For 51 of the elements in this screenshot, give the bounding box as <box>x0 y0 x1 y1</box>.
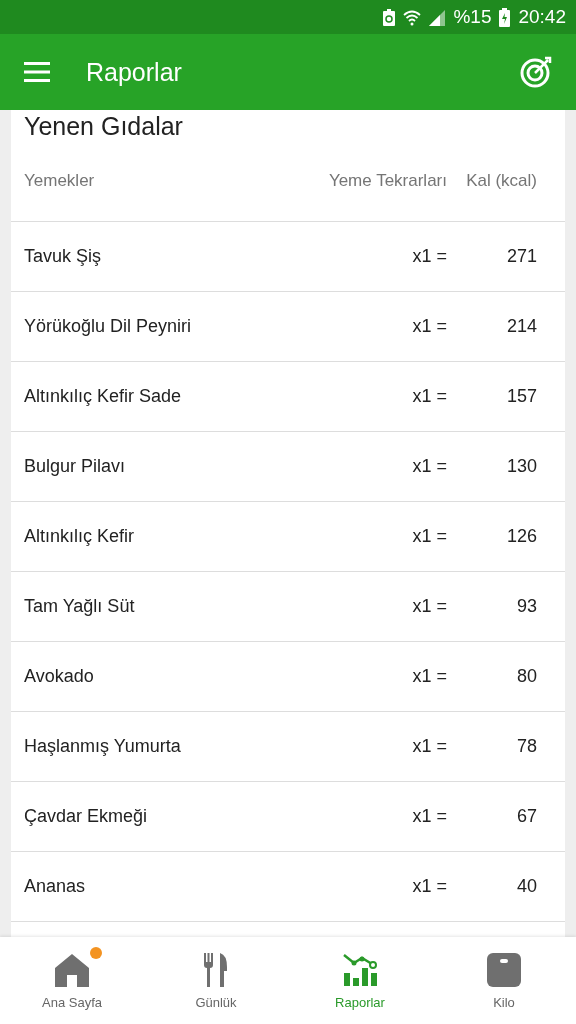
portion-count: x1 = <box>411 596 447 617</box>
column-header: Kal (kcal) <box>465 170 538 192</box>
fork-knife-icon <box>203 952 229 988</box>
portion-count: x1 = <box>411 666 447 687</box>
food-name: Tam Yağlı Süt <box>23 596 136 617</box>
calorie-value: 214 <box>505 316 538 337</box>
card-title: Yenen Gıdalar <box>23 111 184 141</box>
calorie-value: 80 <box>515 666 538 687</box>
portion-count: x1 = <box>411 386 447 407</box>
calorie-value: 157 <box>505 386 538 407</box>
calorie-value: 93 <box>515 596 538 617</box>
portion-count: x1 = <box>411 876 447 897</box>
screen-title: Raporlar <box>86 57 183 87</box>
food-name: Tavuk Şiş <box>23 246 103 267</box>
food-name: Altınkılıç Kefir <box>23 526 136 547</box>
calorie-value: 271 <box>505 246 538 267</box>
column-header: Yemekler <box>23 170 96 192</box>
battery-charging-icon <box>499 7 511 27</box>
portion-count: x1 = <box>411 736 447 757</box>
nav-tab[interactable]: Ana Sayfa <box>0 937 144 1024</box>
home-icon <box>54 953 90 987</box>
food-name: Haşlanmış Yumurta <box>23 736 182 757</box>
wifi-icon <box>403 8 422 26</box>
portion-count: x1 = <box>411 246 447 267</box>
battery-percent: %15 <box>453 6 492 28</box>
column-header: Yeme Tekrarları <box>327 170 447 192</box>
food-name: Bulgur Pilavı <box>23 456 127 477</box>
scale-icon <box>487 953 521 987</box>
food-name: Çavdar Ekmeği <box>23 806 149 827</box>
battery-saver-icon <box>383 8 396 26</box>
clock-time: 20:42 <box>518 6 566 28</box>
target-icon[interactable] <box>520 56 552 88</box>
calorie-value: 126 <box>505 526 538 547</box>
food-name: Avokado <box>23 666 95 687</box>
calorie-value: 67 <box>515 806 538 827</box>
calorie-value: 40 <box>515 876 538 897</box>
calorie-value: 78 <box>515 736 538 757</box>
nav-tab[interactable]: Raporlar <box>288 937 432 1024</box>
signal-icon <box>429 8 446 26</box>
calorie-value: 130 <box>505 456 538 477</box>
portion-count: x1 = <box>411 806 447 827</box>
portion-count: x1 = <box>411 456 447 477</box>
food-name: Yörükoğlu Dil Peyniri <box>23 316 193 337</box>
nav-tab[interactable]: Kilo <box>432 937 576 1024</box>
food-name: Ananas <box>23 876 87 897</box>
portion-count: x1 = <box>411 526 447 547</box>
chart-icon <box>342 953 378 987</box>
menu-icon[interactable] <box>24 62 50 82</box>
nav-tab[interactable]: Günlük <box>144 937 288 1024</box>
portion-count: x1 = <box>411 316 447 337</box>
food-name: Altınkılıç Kefir Sade <box>23 386 183 407</box>
